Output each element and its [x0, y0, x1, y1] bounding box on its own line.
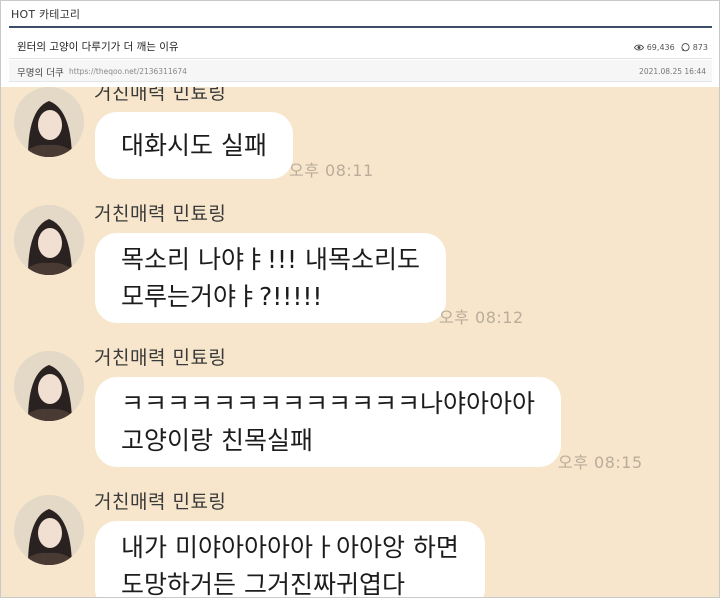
- message-line: 도망하거든 그거진짜귀엽다: [121, 570, 405, 598]
- post-stats: 69,436 873: [633, 43, 708, 52]
- sender-name: 거친매력 민툐링: [94, 347, 227, 369]
- post-meta: 무명의 더쿠 https://theqoo.net/2136311674 202…: [9, 60, 712, 82]
- sender-name: 거친매력 민툐링: [94, 491, 227, 513]
- avatar: [14, 495, 84, 565]
- message-bubble: 목소리 나야ㅑ!!! 내목소리도 모루는거야ㅑ?!!!!!: [95, 233, 446, 323]
- category-bar: HOT 카테고리: [9, 1, 712, 28]
- chat-screenshot: 거친매력 민툐링 대화시도 실패 오후 08:11 거친매력 민툐링 목소리 나…: [1, 87, 719, 598]
- message-line: 대화시도 실패: [121, 131, 267, 160]
- view-count: 69,436: [646, 43, 675, 52]
- category-title[interactable]: HOT 카테고리: [9, 6, 80, 22]
- post-title[interactable]: 윈터의 고양이 다루기가 더 깨는 이유: [17, 39, 179, 54]
- avatar: [14, 205, 84, 275]
- message-line: 모루는거야ㅑ?!!!!!: [121, 282, 323, 311]
- message-line: 고양이랑 친목실패: [121, 426, 313, 455]
- message-time: 오후 08:11: [289, 161, 374, 180]
- post-permalink[interactable]: https://theqoo.net/2136311674: [69, 67, 187, 76]
- eye-icon: [633, 44, 644, 51]
- post-author: 무명의 더쿠: [17, 68, 64, 79]
- message-line: 목소리 나야ㅑ!!! 내목소리도: [121, 245, 420, 274]
- message-bubble: 대화시도 실패: [95, 112, 293, 179]
- message-time: 오후 08:12: [439, 308, 524, 327]
- comment-count[interactable]: 873: [693, 43, 708, 52]
- avatar: [14, 87, 84, 157]
- sender-name: 거친매력 민툐링: [94, 203, 227, 225]
- message-bubble: ㅋㅋㅋㅋㅋㅋㅋㅋㅋㅋㅋㅋㅋ나야아아아 고양이랑 친목실패: [95, 377, 562, 467]
- message-line: ㅋㅋㅋㅋㅋㅋㅋㅋㅋㅋㅋㅋㅋ나야아아아: [121, 389, 536, 418]
- message-bubble: 내가 미야아아아아ㅏ아아앙 하면 도망하거든 그거진짜귀엽다: [95, 521, 485, 598]
- message-line: 내가 미야아아아아ㅏ아아앙 하면: [121, 533, 459, 562]
- avatar: [14, 351, 84, 421]
- message-time: 오후 08:15: [558, 453, 643, 472]
- post-header: 윈터의 고양이 다루기가 더 깨는 이유 69,436 873: [9, 31, 712, 59]
- post-date: 2021.08.25 16:44: [639, 67, 706, 76]
- screenshot-frame: HOT 카테고리 윈터의 고양이 다루기가 더 깨는 이유 69,436 873…: [0, 0, 720, 598]
- sender-name: 거친매력 민툐링: [94, 87, 227, 104]
- comment-icon: [681, 43, 690, 52]
